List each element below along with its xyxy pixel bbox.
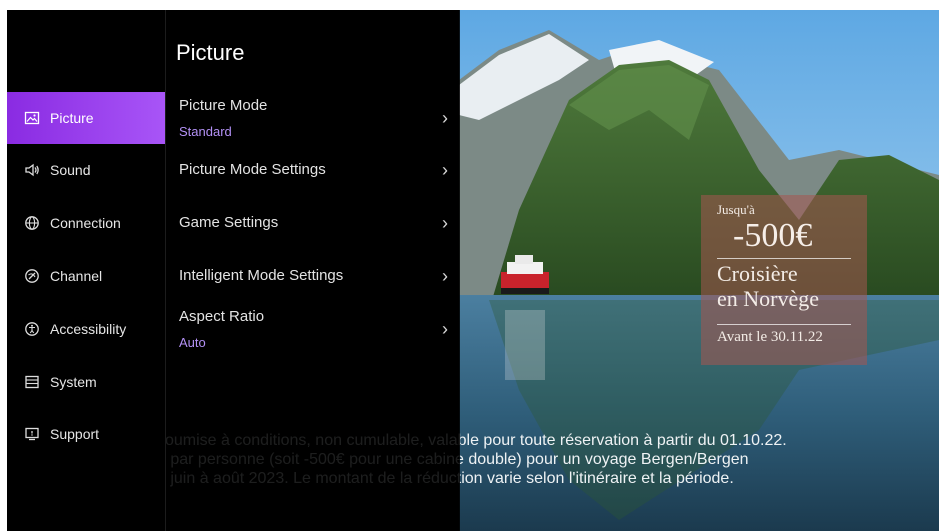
sidebar-item-system[interactable]: System [7,356,165,408]
chevron-right-icon: › [442,265,448,286]
chevron-right-icon: › [442,107,448,128]
globe-icon [24,215,40,231]
sidebar-item-support[interactable]: Support [7,408,165,460]
sidebar-item-label: Connection [50,215,121,231]
cruise-ad-banner: Jusqu'à -500€ Croisière en Norvège Avant… [701,195,867,365]
menu-item-intelligent-mode-settings[interactable]: Intelligent Mode Settings › [166,250,460,302]
accessibility-icon [24,321,40,337]
sidebar-item-sound[interactable]: Sound [7,144,165,196]
ad-divider [717,324,851,325]
ad-prefix: Jusqu'à [717,202,755,217]
menu-item-picture-mode[interactable]: Picture Mode Standard › [166,92,460,144]
picture-settings-panel: Picture Picture Mode Standard › Picture … [165,10,460,531]
channel-icon [24,268,40,284]
sidebar-item-channel[interactable]: Channel [7,250,165,302]
chevron-right-icon: › [442,212,448,233]
sidebar-item-label: Channel [50,268,103,284]
chevron-right-icon: › [442,159,448,180]
ad-divider [717,258,851,259]
ad-deadline: Avant le 30.11.22 [717,329,823,345]
sidebar-item-label: Support [50,426,100,442]
sidebar-item-label: Accessibility [50,321,127,337]
picture-mode-value: Standard [179,124,232,139]
menu-item-aspect-ratio[interactable]: Aspect Ratio Auto › [166,303,460,355]
support-icon [24,426,40,442]
menu-item-label: Intelligent Mode Settings [179,267,344,284]
sidebar-item-label: Picture [50,110,94,126]
menu-item-game-settings[interactable]: Game Settings › [166,197,460,249]
sidebar-item-label: System [50,374,97,390]
sidebar-item-accessibility[interactable]: Accessibility [7,303,165,355]
menu-item-label: Picture Mode [179,97,268,114]
ad-discount: -500€ [733,217,813,254]
menu-item-picture-mode-settings[interactable]: Picture Mode Settings › [166,144,460,196]
system-icon [24,374,40,390]
picture-icon [24,110,40,126]
chevron-right-icon: › [442,318,448,339]
sidebar-item-label: Sound [50,162,91,178]
menu-item-label: Picture Mode Settings [179,161,326,178]
ad-headline: Croisière en Norvège [717,261,820,311]
tv-screen: Jusqu'à -500€ Croisière en Norvège Avant… [7,10,939,531]
sidebar-item-connection[interactable]: Connection [7,197,165,249]
settings-sidebar: Picture Sound Connection Channel Accessi… [7,10,165,531]
panel-title: Picture [176,40,245,65]
speaker-icon [24,162,40,178]
menu-item-label: Game Settings [179,214,279,231]
aspect-ratio-value: Auto [179,335,206,350]
menu-item-label: Aspect Ratio [179,308,265,325]
sidebar-item-picture[interactable]: Picture [7,92,165,144]
